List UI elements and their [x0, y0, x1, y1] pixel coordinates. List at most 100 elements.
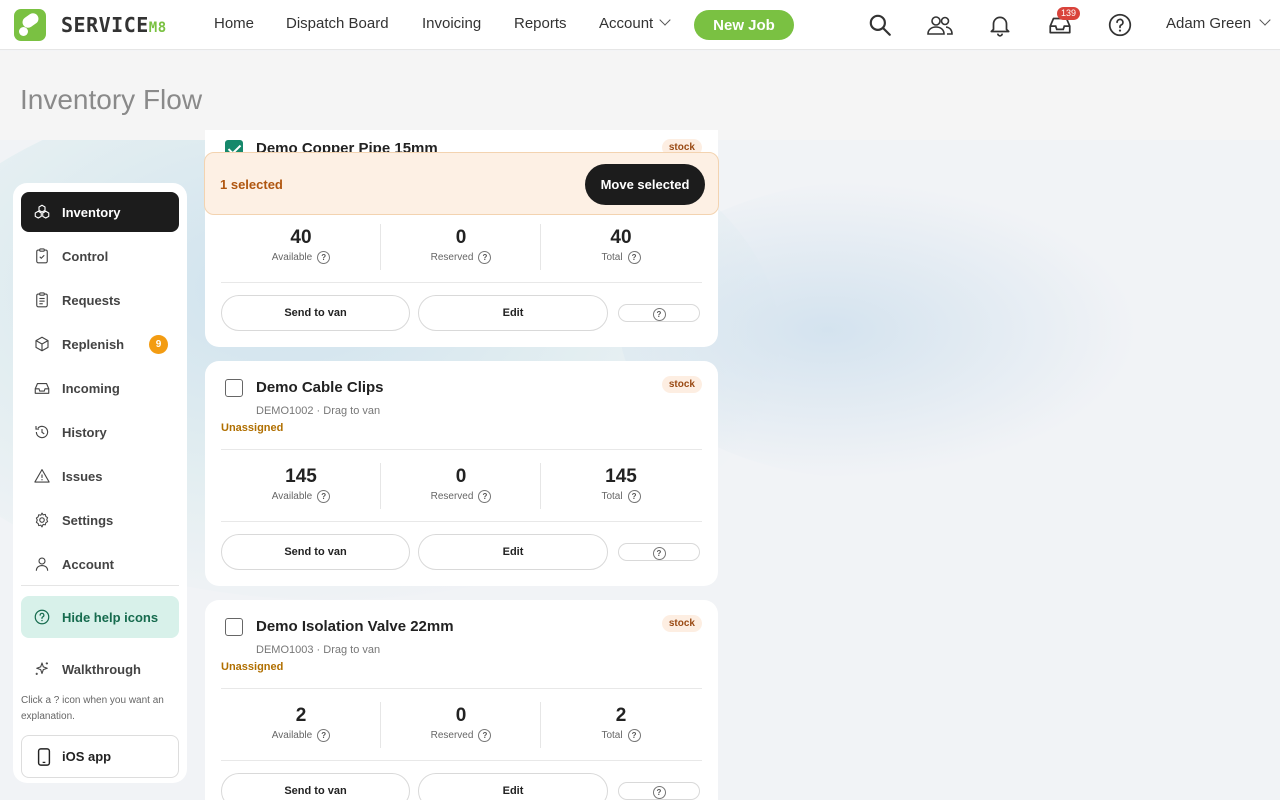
reserved-value: 0: [455, 227, 467, 248]
send-to-van-button[interactable]: Send to van: [221, 773, 410, 800]
available-value: 40: [290, 227, 312, 248]
sparkle-icon: [35, 662, 48, 675]
available-stat: 40 Available?: [221, 227, 381, 264]
available-label: Available: [271, 491, 313, 502]
available-stat: 2 Available?: [221, 705, 381, 742]
edit-button[interactable]: Edit: [418, 534, 608, 570]
team-icon[interactable]: [925, 12, 955, 38]
available-value: 2: [295, 705, 307, 726]
page-title: Inventory Flow: [20, 84, 203, 115]
help-question-icon: ?: [652, 547, 666, 560]
available-value: 145: [285, 466, 317, 487]
sidebar-item-label: Incoming: [62, 380, 120, 396]
sidebar-item-walkthrough[interactable]: Walkthrough: [21, 649, 179, 689]
boxes-icon: [34, 204, 50, 219]
new-job-button[interactable]: New Job: [694, 10, 794, 40]
item-name: Demo Isolation Valve 22mm: [256, 618, 454, 635]
help-question-icon[interactable]: ?: [627, 490, 641, 503]
sidebar-item-label: Account: [62, 556, 114, 572]
send-to-van-button[interactable]: Send to van: [221, 295, 410, 331]
reserved-label: Reserved: [430, 491, 474, 502]
clipboard-check-icon: [36, 248, 48, 264]
assignment-status: Unassigned: [221, 422, 284, 434]
item-help-button[interactable]: ?: [618, 782, 700, 800]
inbox-icon: [34, 382, 50, 394]
nav-dispatch-board[interactable]: Dispatch Board: [286, 15, 389, 32]
nav-account-dropdown[interactable]: Account: [599, 15, 669, 32]
sidebar-item-label: Replenish: [62, 336, 125, 352]
help-question-icon[interactable]: ?: [317, 490, 331, 503]
user-menu[interactable]: Adam Green: [1166, 15, 1269, 32]
sidebar-item-label: Walkthrough: [62, 661, 141, 677]
sidebar-item-history[interactable]: History: [21, 412, 179, 452]
help-question-icon[interactable]: ?: [317, 729, 331, 742]
sidebar-item-replenish[interactable]: Replenish 9: [21, 324, 179, 364]
edit-button[interactable]: Edit: [418, 295, 608, 331]
available-label: Available: [271, 252, 313, 263]
sidebar-item-control[interactable]: Control: [21, 236, 179, 276]
top-navigation-bar: SERVICEM8 Home Dispatch Board Invoicing …: [0, 0, 1280, 50]
logo-suffix: M8: [148, 20, 167, 36]
send-to-van-button[interactable]: Send to van: [221, 534, 410, 570]
help-question-icon[interactable]: ?: [478, 490, 492, 503]
help-question-icon: ?: [652, 786, 666, 799]
item-checkbox[interactable]: [225, 618, 243, 636]
hide-help-icons-toggle[interactable]: Hide help icons: [21, 596, 179, 638]
help-question-icon[interactable]: ?: [317, 251, 331, 264]
item-help-button[interactable]: ?: [618, 543, 700, 561]
help-question-icon[interactable]: ?: [627, 251, 641, 264]
reserved-stat: 0 Reserved?: [381, 705, 541, 742]
item-sku-meta: DEMO1003 · Drag to van: [256, 644, 381, 656]
sidebar-item-settings[interactable]: Settings: [21, 500, 179, 540]
selected-count: 1 selected: [220, 177, 283, 192]
item-checkbox[interactable]: [225, 379, 243, 397]
inventory-card: Demo Isolation Valve 22mm stock DEMO1003…: [205, 600, 718, 800]
bell-icon[interactable]: [987, 12, 1013, 38]
phone-icon: [37, 747, 51, 766]
servicem8-logo[interactable]: SERVICEM8: [14, 9, 167, 41]
sidebar-item-requests[interactable]: Requests: [21, 280, 179, 320]
sidebar-item-account[interactable]: Account: [21, 544, 179, 584]
help-question-icon[interactable]: ?: [478, 729, 492, 742]
reserved-value: 0: [455, 466, 467, 487]
reserved-stat: 0 Reserved?: [381, 466, 541, 503]
help-icon[interactable]: [1107, 12, 1133, 38]
total-stat: 40 Total?: [541, 227, 701, 264]
total-stat: 145 Total?: [541, 466, 701, 503]
history-icon: [35, 425, 49, 439]
stock-tag: stock: [661, 615, 702, 632]
user-icon: [35, 557, 49, 571]
search-icon[interactable]: [867, 12, 893, 38]
help-question-icon: ?: [652, 308, 666, 321]
edit-button[interactable]: Edit: [418, 773, 608, 800]
nav-home[interactable]: Home: [214, 15, 254, 32]
help-question-icon[interactable]: ?: [627, 729, 641, 742]
sidebar-item-label: Control: [62, 248, 109, 264]
sidebar-item-incoming[interactable]: Incoming: [21, 368, 179, 408]
help-question-icon[interactable]: ?: [478, 251, 492, 264]
clipboard-list-icon: [36, 292, 48, 308]
total-label: Total: [601, 730, 623, 741]
inventory-card: Demo Cable Clips stock DEMO1002 · Drag t…: [205, 361, 718, 586]
nav-invoicing[interactable]: Invoicing: [422, 15, 481, 32]
sidebar-item-issues[interactable]: Issues: [21, 456, 179, 496]
assignment-status: Unassigned: [221, 661, 284, 673]
sidebar-item-inventory[interactable]: Inventory: [21, 192, 179, 232]
ios-app-label: iOS app: [62, 749, 112, 764]
item-sku-meta: DEMO1002 · Drag to van: [256, 405, 381, 417]
move-selected-button[interactable]: Move selected: [585, 164, 705, 205]
hide-help-icons-label: Hide help icons: [62, 609, 159, 625]
total-label: Total: [601, 252, 623, 263]
total-value: 2: [615, 705, 627, 726]
ios-app-button[interactable]: iOS app: [21, 735, 179, 778]
nav-reports[interactable]: Reports: [514, 15, 567, 32]
sidebar-item-label: Issues: [62, 468, 103, 484]
item-help-button[interactable]: ?: [618, 304, 700, 322]
replenish-count-badge: 9: [149, 335, 168, 354]
logo-text: SERVICE: [61, 13, 149, 37]
sidebar-item-label: History: [62, 424, 107, 440]
inbox-count-badge: 139: [1057, 7, 1081, 20]
sidebar-item-label: Inventory: [62, 204, 121, 220]
warning-icon: [34, 469, 50, 483]
total-stat: 2 Total?: [541, 705, 701, 742]
